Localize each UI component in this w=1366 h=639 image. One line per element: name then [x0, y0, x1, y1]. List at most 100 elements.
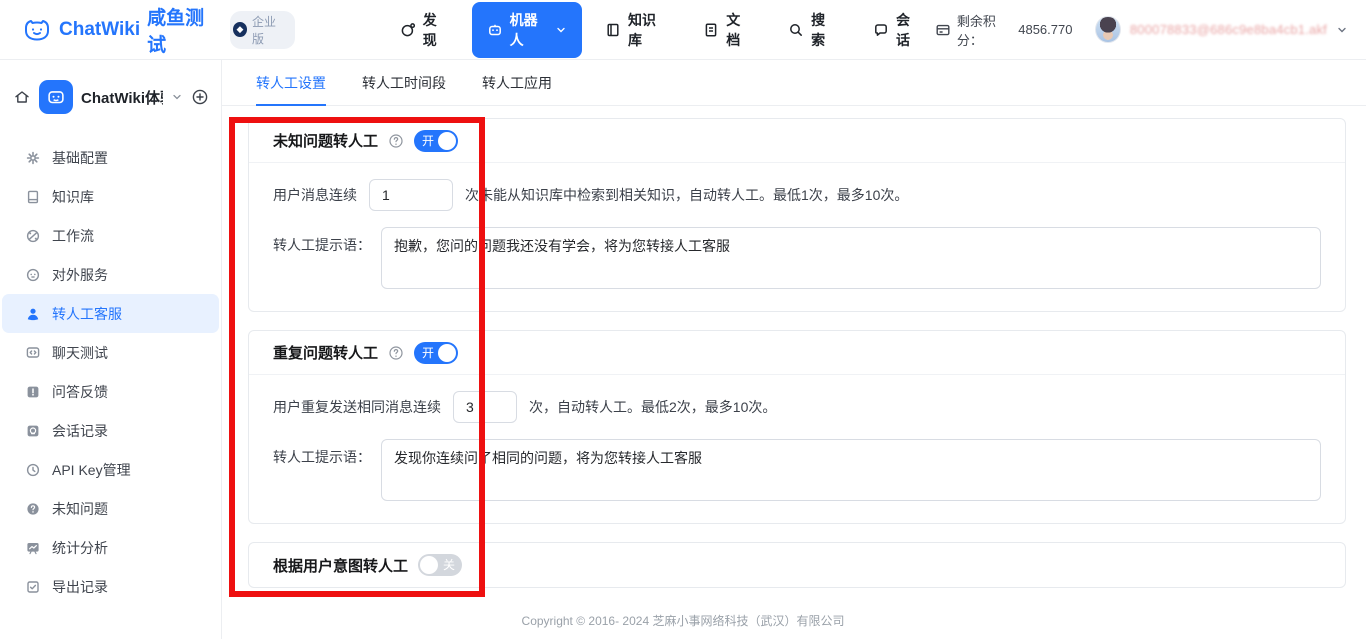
chatwiki-logo-icon [22, 15, 52, 45]
credits-label: 剩余积分： [957, 11, 1012, 49]
sidebar: ChatWiki体验... 基础配置 [0, 60, 222, 639]
statistics-icon [25, 540, 41, 556]
repeat-card-title: 重复问题转人工 [273, 342, 378, 363]
unknown-transfer-toggle[interactable]: 开 [414, 130, 458, 152]
sidebar-item-knowledge-base[interactable]: 知识库 [2, 177, 219, 216]
toggle-knob [438, 132, 456, 150]
workspace-name: 咸鱼测试 [147, 3, 219, 57]
repeat-threshold-input[interactable] [453, 391, 517, 423]
repeat-transfer-toggle[interactable]: 开 [414, 342, 458, 364]
bot-selector-row: ChatWiki体验... [0, 60, 221, 122]
tab-transfer-application[interactable]: 转人工应用 [482, 60, 552, 105]
credits-value: 4856.770 [1018, 22, 1072, 37]
toggle-knob [438, 344, 456, 362]
feedback-icon [25, 384, 41, 400]
nav-item-docs[interactable]: 文档 [690, 2, 765, 58]
conversation-icon [873, 22, 889, 38]
search-icon [788, 22, 804, 38]
chat-test-icon [25, 345, 41, 361]
sidebar-item-workflow[interactable]: 工作流 [2, 216, 219, 255]
bot-chevron-down-icon[interactable] [171, 91, 183, 103]
chevron-down-icon [555, 24, 567, 36]
add-bot-icon[interactable] [191, 88, 209, 106]
human-agent-icon [25, 306, 41, 322]
sidebar-item-api-key[interactable]: API Key管理 [2, 450, 219, 489]
sidebar-item-statistics[interactable]: 统计分析 [2, 528, 219, 567]
main-nav: 发现 机器人 [387, 2, 935, 58]
unknown-question-icon [25, 501, 41, 517]
unknown-prompt-row: 转人工提示语： 抱歉，您问的问题我还没有学会，将为您转接人工客服 [273, 227, 1321, 289]
unknown-card-body: 用户消息连续 次未能从知识库中检索到相关知识，自动转人工。最低1次，最多10次。… [249, 163, 1345, 311]
repeat-prompt-textarea[interactable]: 发现你连续问了相同的问题，将为您转接人工客服 [381, 439, 1321, 501]
brand-name: ChatWiki [59, 19, 140, 41]
settings-content: 未知问题转人工 开 用户消息连续 次未能从知识库中检索到 [222, 106, 1366, 588]
unknown-prompt-textarea[interactable]: 抱歉，您问的问题我还没有学会，将为您转接人工客服 [381, 227, 1321, 289]
intent-card-header: 根据用户意图转人工 关 [249, 543, 1345, 587]
sidebar-item-unknown-questions[interactable]: 未知问题 [2, 489, 219, 528]
unknown-card-title: 未知问题转人工 [273, 130, 378, 151]
tab-transfer-time-range[interactable]: 转人工时间段 [362, 60, 446, 105]
intent-transfer-toggle[interactable]: 关 [418, 554, 462, 576]
unknown-rule-row: 用户消息连续 次未能从知识库中检索到相关知识，自动转人工。最低1次，最多10次。 [273, 179, 1321, 211]
repeat-card-body: 用户重复发送相同消息连续 次，自动转人工。最低2次，最多10次。 转人工提示语：… [249, 375, 1345, 523]
sidebar-item-session-records[interactable]: 会话记录 [2, 411, 219, 450]
robot-icon [487, 22, 503, 38]
unknown-question-transfer-card: 未知问题转人工 开 用户消息连续 次未能从知识库中检索到 [248, 118, 1346, 312]
account-chevron-down-icon[interactable] [1336, 24, 1348, 36]
sidebar-item-basic-config[interactable]: 基础配置 [2, 138, 219, 177]
main-content: 转人工设置 转人工时间段 转人工应用 未知问题转人工 开 [222, 60, 1366, 639]
repeat-card-header: 重复问题转人工 开 [249, 331, 1345, 375]
unknown-threshold-input[interactable] [369, 179, 453, 211]
book-icon [25, 189, 41, 205]
discover-icon [400, 22, 416, 38]
nav-item-conversation[interactable]: 会话 [860, 2, 935, 58]
enterprise-badge-icon: ◆ [233, 22, 247, 37]
unknown-rule-prefix: 用户消息连续 [273, 185, 357, 205]
repeat-prompt-label: 转人工提示语： [273, 439, 371, 501]
intent-card-title: 根据用户意图转人工 [273, 555, 408, 576]
repeat-question-transfer-card: 重复问题转人工 开 用户重复发送相同消息连续 次，自动转 [248, 330, 1346, 524]
intent-transfer-card: 根据用户意图转人工 关 [248, 542, 1346, 588]
unknown-prompt-label: 转人工提示语： [273, 227, 371, 289]
gear-icon [25, 150, 41, 166]
credits-icon [935, 22, 951, 38]
repeat-prompt-row: 转人工提示语： 发现你连续问了相同的问题，将为您转接人工客服 [273, 439, 1321, 501]
home-icon[interactable] [13, 88, 31, 106]
api-key-icon [25, 462, 41, 478]
knowledge-base-icon [605, 22, 621, 38]
nav-item-knowledge[interactable]: 知识库 [592, 2, 680, 58]
enterprise-badge: ◆ 企业版 [230, 11, 295, 49]
sidebar-item-qa-feedback[interactable]: 问答反馈 [2, 372, 219, 411]
copyright-footer: Copyright © 2016- 2024 芝麻小事网络科技（武汉）有限公司 [0, 612, 1366, 629]
brand: ChatWiki 咸鱼测试 ◆ 企业版 [0, 3, 295, 57]
nav-item-discover[interactable]: 发现 [387, 2, 462, 58]
bot-name[interactable]: ChatWiki体验... [81, 87, 163, 108]
credits: 剩余积分： 4856.770 [935, 11, 1073, 49]
external-service-icon [25, 267, 41, 283]
session-records-icon [25, 423, 41, 439]
sidebar-item-export-records[interactable]: 导出记录 [2, 567, 219, 606]
repeat-rule-suffix: 次，自动转人工。最低2次，最多10次。 [529, 397, 776, 417]
repeat-rule-prefix: 用户重复发送相同消息连续 [273, 397, 441, 417]
sidebar-item-external-service[interactable]: 对外服务 [2, 255, 219, 294]
help-question-icon[interactable] [388, 345, 404, 361]
sidebar-item-chat-test[interactable]: 聊天测试 [2, 333, 219, 372]
nav-item-search[interactable]: 搜索 [775, 2, 850, 58]
header-right: 剩余积分： 4856.770 800078833@686c9e8ba4cb1.a… [935, 11, 1366, 49]
help-question-icon[interactable] [388, 133, 404, 149]
tab-transfer-settings[interactable]: 转人工设置 [256, 60, 326, 105]
unknown-rule-suffix: 次未能从知识库中检索到相关知识，自动转人工。最低1次，最多10次。 [465, 185, 908, 205]
user-avatar[interactable] [1095, 16, 1120, 43]
bot-avatar[interactable] [39, 80, 73, 114]
repeat-rule-row: 用户重复发送相同消息连续 次，自动转人工。最低2次，最多10次。 [273, 391, 1321, 423]
sidebar-menu: 基础配置 知识库 工作流 [0, 138, 221, 606]
toggle-knob [420, 556, 438, 574]
top-header: ChatWiki 咸鱼测试 ◆ 企业版 发现 [0, 0, 1366, 60]
account-name: 800078833@686c9e8ba4cb1.akf [1130, 22, 1327, 37]
export-records-icon [25, 579, 41, 595]
nav-item-robot[interactable]: 机器人 [472, 2, 582, 58]
sidebar-item-human-agent[interactable]: 转人工客服 [2, 294, 219, 333]
document-icon [703, 22, 719, 38]
workflow-icon [25, 228, 41, 244]
unknown-card-header: 未知问题转人工 开 [249, 119, 1345, 163]
